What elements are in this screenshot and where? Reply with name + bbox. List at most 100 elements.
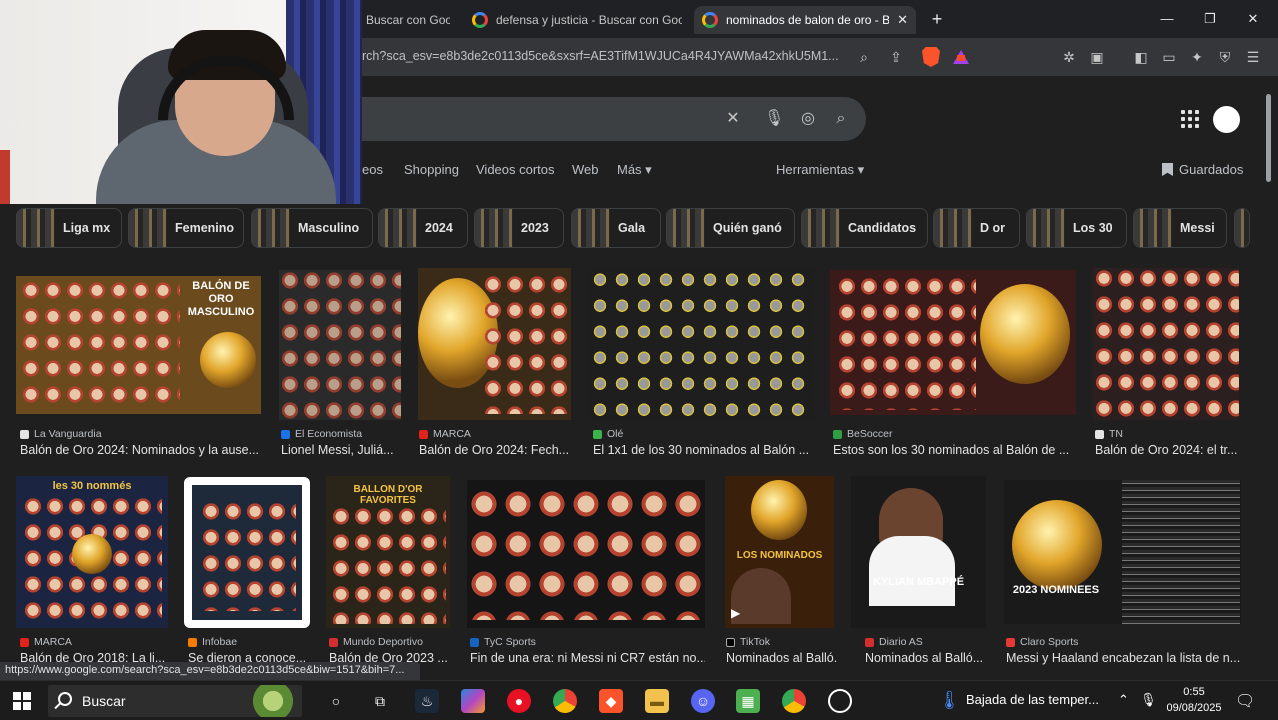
- menu-icon[interactable]: ☰: [1243, 47, 1263, 67]
- sidebar-icon[interactable]: ◧: [1131, 47, 1151, 67]
- vpn-shield-icon[interactable]: ⛨: [1215, 47, 1235, 67]
- clock-app-icon[interactable]: [828, 689, 852, 713]
- result-caption[interactable]: MARCA Balón de Oro 2024: Fech...: [419, 428, 571, 457]
- taskbar: Buscar ○ ⧉ ♨ ● ◆ ▬ ☺ ▦ 🌡 Bajada de las t…: [0, 680, 1278, 720]
- scrollbar-thumb[interactable]: [1266, 94, 1271, 182]
- filter-videos[interactable]: eos: [362, 162, 383, 177]
- close-window-icon[interactable]: ✕: [1238, 8, 1268, 30]
- tab-buscar[interactable]: Buscar con Goog: [358, 6, 458, 34]
- source-favicon: [593, 429, 602, 439]
- result-image[interactable]: [184, 477, 310, 628]
- avatar[interactable]: [1213, 106, 1240, 133]
- copilot-icon[interactable]: [461, 689, 485, 713]
- close-tab-icon[interactable]: ✕: [897, 12, 908, 28]
- result-title: Nominados al Balló...: [865, 651, 984, 665]
- chip-next[interactable]: [1234, 208, 1250, 248]
- chrome-icon[interactable]: [553, 689, 577, 713]
- chip-2023[interactable]: 2023: [474, 208, 564, 248]
- chip-2024[interactable]: 2024: [378, 208, 468, 248]
- chip-liga-mx[interactable]: Liga mx: [16, 208, 122, 248]
- image-text: LOS NOMINADOS: [736, 550, 823, 561]
- chip-thumbnail: [252, 209, 290, 247]
- page-scrollbar[interactable]: [1264, 84, 1273, 684]
- clear-icon[interactable]: ✕: [723, 109, 743, 129]
- google-apps-icon[interactable]: [1181, 110, 1199, 128]
- leo-ai-icon[interactable]: ✦: [1187, 47, 1207, 67]
- result-image[interactable]: BALÓN DE ORO MASCULINO: [16, 276, 261, 414]
- windows-start-icon[interactable]: [13, 692, 31, 710]
- tab-defensa-justicia[interactable]: defensa y justicia - Buscar con Google: [464, 6, 690, 34]
- result-caption[interactable]: TN Balón de Oro 2024: el tr...: [1095, 428, 1239, 457]
- result-image[interactable]: [418, 268, 571, 420]
- chip-masculino[interactable]: Masculino: [251, 208, 373, 248]
- source-favicon: [20, 429, 29, 439]
- related-chips: Liga mx Femenino Masculino 2024 2023 Gal…: [0, 206, 1250, 250]
- result-image[interactable]: les 30 nommés: [16, 476, 168, 628]
- result-caption[interactable]: Infobae Se dieron a conoce...: [188, 636, 310, 665]
- minimize-icon[interactable]: —: [1152, 8, 1182, 30]
- result-caption[interactable]: Claro Sports Messi y Haaland encabezan la…: [1006, 636, 1240, 665]
- result-image[interactable]: [589, 268, 813, 420]
- chip-gala[interactable]: Gala: [571, 208, 661, 248]
- result-image[interactable]: LOS NOMINADOS ▶: [725, 476, 834, 628]
- chip-los-30[interactable]: Los 30: [1026, 208, 1127, 248]
- filter-short-videos[interactable]: Videos cortos: [476, 162, 555, 177]
- result-caption[interactable]: BeSoccer Estos son los 30 nominados al Ba…: [833, 428, 1076, 457]
- result-caption[interactable]: TikTok Nominados al Balló...: [726, 636, 838, 665]
- brave-icon[interactable]: ◆: [599, 689, 623, 713]
- obs-record-icon[interactable]: ●: [507, 689, 531, 713]
- result-caption[interactable]: Diario AS Nominados al Balló...: [865, 636, 986, 665]
- result-caption[interactable]: Olé El 1x1 de los 30 nominados al Balón .…: [593, 428, 813, 457]
- filter-web[interactable]: Web: [572, 162, 599, 177]
- saved-button[interactable]: Guardados: [1162, 162, 1243, 177]
- task-view-icon[interactable]: ⧉: [368, 689, 392, 713]
- tray-overflow-icon[interactable]: ⌃: [1118, 692, 1129, 720]
- share-icon[interactable]: ⇪: [886, 47, 906, 67]
- result-image[interactable]: [467, 480, 705, 628]
- microphone-tray-icon[interactable]: 🎙: [1140, 692, 1157, 720]
- result-caption[interactable]: TyC Sports Fin de una era: ni Messi ni CR…: [470, 636, 705, 665]
- clock[interactable]: 0:55 09/08/2025: [1164, 684, 1224, 716]
- file-explorer-icon[interactable]: ▬: [645, 689, 669, 713]
- brave-rewards-icon[interactable]: [953, 50, 969, 64]
- search-icon[interactable]: ⌕: [831, 109, 851, 129]
- cortana-icon[interactable]: ○: [324, 689, 348, 713]
- result-caption[interactable]: Mundo Deportivo Balón de Oro 2023 ...: [329, 636, 450, 665]
- result-image[interactable]: [1093, 268, 1239, 420]
- lens-icon[interactable]: ◎: [798, 109, 818, 129]
- search-box[interactable]: ✕ 🎙 ◎ ⌕: [362, 97, 866, 141]
- tab-search-icon[interactable]: ▣: [1087, 47, 1107, 67]
- new-tab-button[interactable]: +: [926, 8, 948, 30]
- result-image[interactable]: [830, 270, 1076, 415]
- steam-icon[interactable]: ♨: [415, 689, 439, 713]
- url-field[interactable]: rch?sca_esv=e8b3de2c0113d5ce&sxsrf=AE3Ti…: [362, 49, 842, 63]
- discord-icon[interactable]: ☺: [691, 689, 715, 713]
- brave-shields-icon[interactable]: [922, 47, 940, 67]
- taskbar-search[interactable]: Buscar: [48, 685, 302, 717]
- result-image[interactable]: KYLIAN MBAPPÉ: [851, 476, 986, 628]
- chip-d-or[interactable]: D or: [933, 208, 1020, 248]
- minecraft-icon[interactable]: ▦: [736, 689, 760, 713]
- tab-nominados-balon-de-oro[interactable]: nominados de balon de oro - Bu ✕: [694, 6, 916, 34]
- chip-femenino[interactable]: Femenino: [128, 208, 244, 248]
- wallet-icon[interactable]: ▭: [1159, 47, 1179, 67]
- notification-icon[interactable]: 🗨: [1235, 691, 1255, 720]
- chip-quien-gano[interactable]: Quién ganó: [666, 208, 795, 248]
- filter-shopping[interactable]: Shopping: [404, 162, 459, 177]
- chip-candidatos[interactable]: Candidatos: [801, 208, 928, 248]
- chip-messi[interactable]: Messi: [1133, 208, 1227, 248]
- zoom-icon[interactable]: ⌕: [854, 47, 874, 67]
- extensions-icon[interactable]: ✲: [1059, 47, 1079, 67]
- result-caption[interactable]: La Vanguardia Balón de Oro 2024: Nominado…: [20, 428, 260, 457]
- tools-button[interactable]: Herramientas ▾: [776, 162, 864, 178]
- result-caption[interactable]: MARCA Balón de Oro 2018: La li...: [20, 636, 168, 665]
- microphone-icon[interactable]: 🎙: [764, 109, 784, 129]
- restore-icon[interactable]: ❐: [1195, 8, 1225, 30]
- result-image[interactable]: 2023 NOMINEES: [1004, 480, 1241, 624]
- result-caption[interactable]: El Economista Lionel Messi, Juliá...: [281, 428, 401, 457]
- filter-more[interactable]: Más ▾: [617, 162, 652, 178]
- result-image[interactable]: [279, 270, 401, 420]
- result-image[interactable]: BALLON D'OR FAVORITES: [326, 476, 450, 628]
- weather-text[interactable]: Bajada de las temper...: [966, 692, 1099, 720]
- chrome-alt-icon[interactable]: [782, 689, 806, 713]
